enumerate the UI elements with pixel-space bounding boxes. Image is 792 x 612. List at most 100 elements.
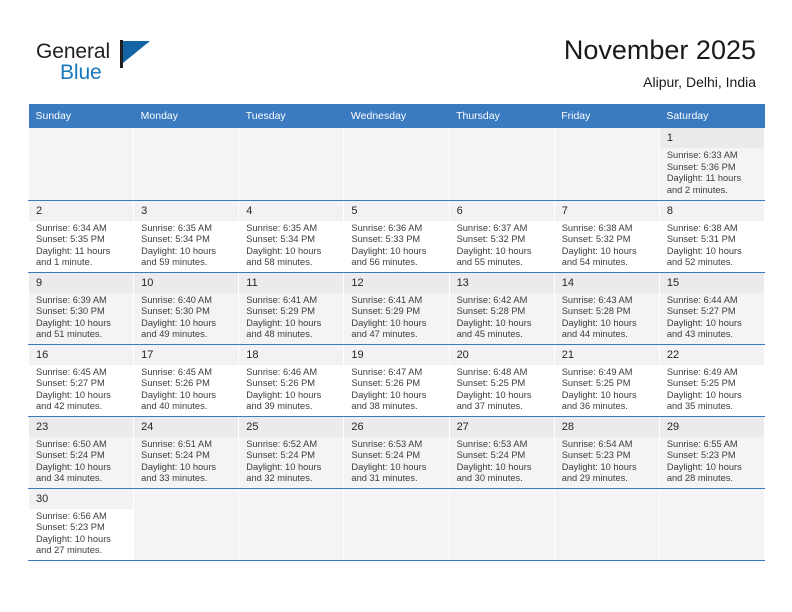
sunrise-text: Sunrise: 6:49 AM xyxy=(561,366,633,377)
calendar-day-cell[interactable]: 24 Sunrise: 6:51 AM Sunset: 5:24 PM Dayligh… xyxy=(133,416,240,489)
sunrise-text: Sunrise: 6:38 AM xyxy=(666,222,738,233)
calendar-day-cell[interactable]: 20 Sunrise: 6:48 AM Sunset: 5:25 PM Dayligh… xyxy=(448,344,555,417)
sunset-text: Sunset: 5:31 PM xyxy=(666,234,736,245)
day-details: Sunrise: 6:47 AM Sunset: 5:26 PM Daylight:… xyxy=(344,365,448,413)
sunrise-text: Sunrise: 6:36 AM xyxy=(351,222,423,233)
calendar-day-cell[interactable]: 1 Sunrise: 6:33 AM Sunset: 5:36 PM Daylight… xyxy=(658,128,766,201)
day-number: 25 xyxy=(239,416,344,437)
daylight-text: Daylight: 10 hours and 29 minutes. xyxy=(561,461,637,484)
sunrise-text: Sunrise: 6:35 AM xyxy=(246,222,318,233)
calendar-day-cell[interactable]: 5 Sunrise: 6:36 AM Sunset: 5:33 PM Daylight… xyxy=(343,200,450,273)
sunrise-text: Sunrise: 6:49 AM xyxy=(666,366,738,377)
daylight-text: Daylight: 10 hours and 40 minutes. xyxy=(141,389,217,412)
day-number: 4 xyxy=(239,200,344,221)
calendar-day-cell[interactable]: 19 Sunrise: 6:47 AM Sunset: 5:26 PM Dayligh… xyxy=(343,344,450,417)
daylight-text: Daylight: 10 hours and 58 minutes. xyxy=(246,245,322,268)
day-number: 12 xyxy=(344,272,449,293)
weekday-header-monday: Monday xyxy=(133,104,239,128)
weekday-header-friday: Friday xyxy=(554,104,660,128)
page-subtitle: Alipur, Delhi, India xyxy=(643,74,756,90)
daylight-text: Daylight: 10 hours and 30 minutes. xyxy=(456,461,532,484)
sunset-text: Sunset: 5:26 PM xyxy=(246,378,316,389)
calendar-week-row: 1 Sunrise: 6:33 AM Sunset: 5:36 PM Daylight… xyxy=(27,128,766,201)
sunset-text: Sunset: 5:29 PM xyxy=(351,306,421,317)
day-number: 9 xyxy=(29,272,134,293)
calendar-day-cell[interactable]: 25 Sunrise: 6:52 AM Sunset: 5:24 PM Dayligh… xyxy=(238,416,345,489)
sunrise-text: Sunrise: 6:45 AM xyxy=(36,366,107,377)
sunset-text: Sunset: 5:23 PM xyxy=(561,450,631,461)
sunrise-text: Sunrise: 6:53 AM xyxy=(351,438,423,449)
sunrise-text: Sunrise: 6:47 AM xyxy=(351,366,423,377)
calendar-day-cell[interactable]: 4 Sunrise: 6:35 AM Sunset: 5:34 PM Daylight… xyxy=(238,200,345,273)
calendar-day-cell[interactable]: 3 Sunrise: 6:35 AM Sunset: 5:34 PM Daylight… xyxy=(133,200,240,273)
calendar-day-cell[interactable]: 12 Sunrise: 6:41 AM Sunset: 5:29 PM Dayligh… xyxy=(343,272,450,345)
calendar-day-cell[interactable]: 2 Sunrise: 6:34 AM Sunset: 5:35 PM Daylight… xyxy=(27,200,135,273)
day-number: 30 xyxy=(29,488,134,509)
calendar-day-cell[interactable]: 7 Sunrise: 6:38 AM Sunset: 5:32 PM Daylight… xyxy=(553,200,660,273)
sunset-text: Sunset: 5:23 PM xyxy=(36,522,105,533)
daylight-text: Daylight: 11 hours and 1 minute. xyxy=(36,245,111,268)
sunrise-text: Sunrise: 6:33 AM xyxy=(666,150,738,160)
calendar-day-cell[interactable]: 26 Sunrise: 6:53 AM Sunset: 5:24 PM Dayligh… xyxy=(343,416,450,489)
day-number: 26 xyxy=(344,416,449,437)
daylight-text: Daylight: 10 hours and 33 minutes. xyxy=(141,461,217,484)
day-number: 27 xyxy=(449,416,554,437)
calendar-day-cell[interactable]: 27 Sunrise: 6:53 AM Sunset: 5:24 PM Dayligh… xyxy=(448,416,555,489)
calendar-day-cell[interactable]: 14 Sunrise: 6:43 AM Sunset: 5:28 PM Dayligh… xyxy=(553,272,660,345)
day-details: Sunrise: 6:51 AM Sunset: 5:24 PM Daylight:… xyxy=(134,437,238,485)
general-blue-logo[interactable]: General Blue xyxy=(36,40,216,92)
flag-triangle-icon xyxy=(122,41,150,63)
sunset-text: Sunset: 5:30 PM xyxy=(141,306,210,317)
calendar-day-cell[interactable]: 30 Sunrise: 6:56 AM Sunset: 5:23 PM Dayligh… xyxy=(27,488,135,561)
day-details: Sunrise: 6:39 AM Sunset: 5:30 PM Daylight:… xyxy=(29,293,133,341)
calendar-day-cell[interactable]: 16 Sunrise: 6:45 AM Sunset: 5:27 PM Dayligh… xyxy=(27,344,135,417)
calendar-day-cell[interactable]: 17 Sunrise: 6:45 AM Sunset: 5:26 PM Dayligh… xyxy=(133,344,240,417)
sunset-text: Sunset: 5:24 PM xyxy=(141,450,210,461)
calendar-day-cell[interactable]: 13 Sunrise: 6:42 AM Sunset: 5:28 PM Dayligh… xyxy=(448,272,555,345)
day-number: 6 xyxy=(449,200,554,221)
day-number: 18 xyxy=(239,344,344,365)
calendar-cell-empty xyxy=(553,488,660,561)
calendar-day-cell[interactable]: 8 Sunrise: 6:38 AM Sunset: 5:31 PM Daylight… xyxy=(658,200,766,273)
calendar-day-cell[interactable]: 29 Sunrise: 6:55 AM Sunset: 5:23 PM Dayligh… xyxy=(658,416,766,489)
calendar-day-cell[interactable]: 6 Sunrise: 6:37 AM Sunset: 5:32 PM Daylight… xyxy=(448,200,555,273)
calendar-cell-empty xyxy=(133,488,240,561)
calendar-cell-empty xyxy=(343,128,450,201)
sunrise-text: Sunrise: 6:56 AM xyxy=(36,510,107,521)
calendar-day-cell[interactable]: 21 Sunrise: 6:49 AM Sunset: 5:25 PM Dayligh… xyxy=(553,344,660,417)
day-details: Sunrise: 6:44 AM Sunset: 5:27 PM Daylight:… xyxy=(660,293,764,341)
calendar-day-cell[interactable]: 23 Sunrise: 6:50 AM Sunset: 5:24 PM Dayligh… xyxy=(27,416,135,489)
day-number: 5 xyxy=(344,200,449,221)
day-details: Sunrise: 6:34 AM Sunset: 5:35 PM Daylight:… xyxy=(29,221,133,269)
sunrise-text: Sunrise: 6:34 AM xyxy=(36,222,107,233)
weekday-header-tuesday: Tuesday xyxy=(238,104,344,128)
calendar-day-cell[interactable]: 11 Sunrise: 6:41 AM Sunset: 5:29 PM Dayligh… xyxy=(238,272,345,345)
daylight-text: Daylight: 10 hours and 55 minutes. xyxy=(456,245,532,268)
day-details: Sunrise: 6:49 AM Sunset: 5:25 PM Daylight:… xyxy=(660,365,764,413)
calendar-day-cell[interactable]: 10 Sunrise: 6:40 AM Sunset: 5:30 PM Dayligh… xyxy=(133,272,240,345)
sunset-text: Sunset: 5:32 PM xyxy=(561,234,631,245)
sunrise-text: Sunrise: 6:51 AM xyxy=(141,438,212,449)
day-details: Sunrise: 6:41 AM Sunset: 5:29 PM Daylight:… xyxy=(344,293,448,341)
day-details: Sunrise: 6:49 AM Sunset: 5:25 PM Daylight:… xyxy=(555,365,659,413)
day-details: Sunrise: 6:41 AM Sunset: 5:29 PM Daylight:… xyxy=(239,293,343,341)
calendar-cell-empty xyxy=(343,488,450,561)
sunset-text: Sunset: 5:26 PM xyxy=(141,378,210,389)
calendar-cell-empty xyxy=(27,128,135,201)
daylight-text: Daylight: 10 hours and 56 minutes. xyxy=(351,245,427,268)
calendar-day-cell[interactable]: 22 Sunrise: 6:49 AM Sunset: 5:25 PM Dayligh… xyxy=(658,344,766,417)
sunrise-text: Sunrise: 6:43 AM xyxy=(561,294,633,305)
day-number: 3 xyxy=(134,200,239,221)
daylight-text: Daylight: 10 hours and 45 minutes. xyxy=(456,317,532,340)
day-number: 21 xyxy=(554,344,659,365)
calendar-day-cell[interactable]: 28 Sunrise: 6:54 AM Sunset: 5:23 PM Dayligh… xyxy=(553,416,660,489)
calendar-day-cell[interactable]: 18 Sunrise: 6:46 AM Sunset: 5:26 PM Dayligh… xyxy=(238,344,345,417)
calendar-day-cell[interactable]: 9 Sunrise: 6:39 AM Sunset: 5:30 PM Daylight… xyxy=(27,272,135,345)
calendar-day-cell[interactable]: 15 Sunrise: 6:44 AM Sunset: 5:27 PM Dayligh… xyxy=(658,272,766,345)
calendar-table: Sunday Monday Tuesday Wednesday Thursday… xyxy=(27,104,766,561)
calendar-page: General Blue November 2025 Alipur, Delhi… xyxy=(0,0,792,612)
weekday-header-thursday: Thursday xyxy=(449,104,555,128)
sunset-text: Sunset: 5:28 PM xyxy=(561,306,631,317)
page-header: General Blue November 2025 Alipur, Delhi… xyxy=(0,0,792,100)
daylight-text: Daylight: 10 hours and 34 minutes. xyxy=(36,461,111,484)
